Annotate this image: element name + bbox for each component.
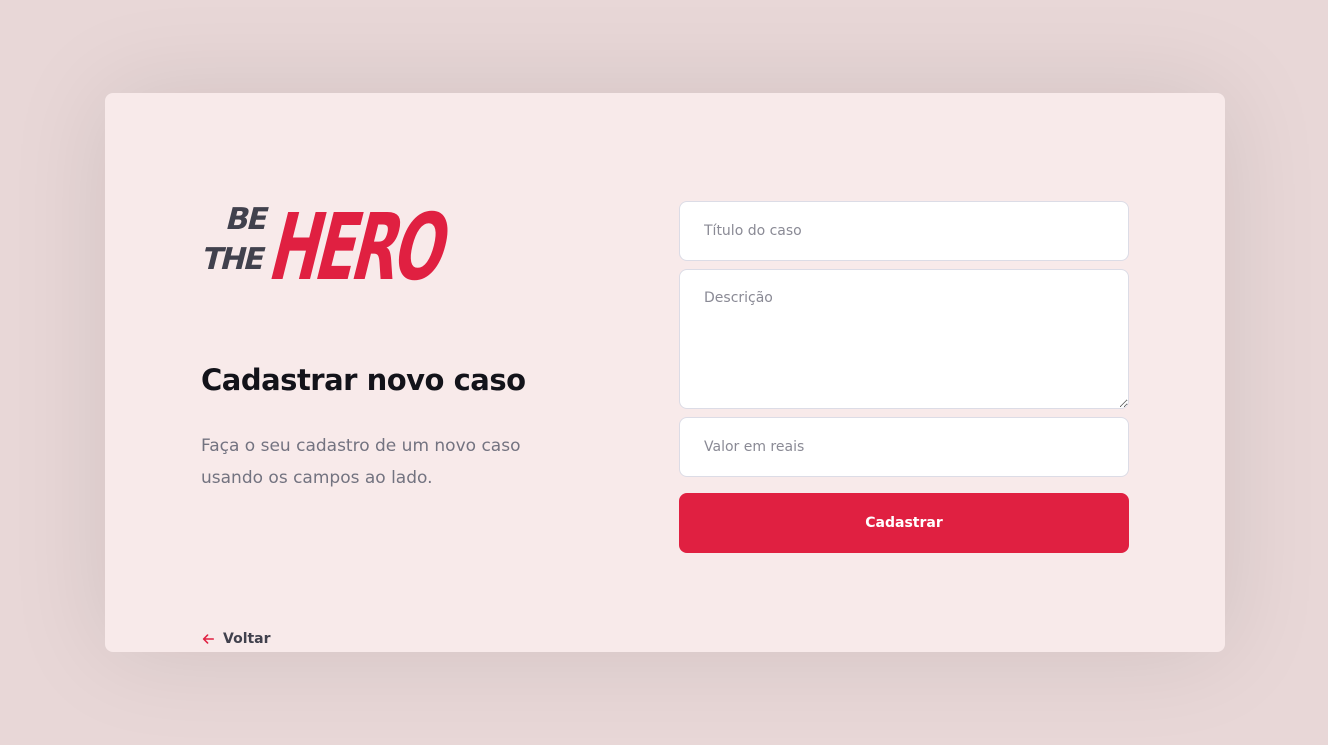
page-description: Faça o seu cadastro de um novo caso usan… — [201, 436, 521, 488]
arrow-left-icon — [202, 634, 215, 644]
be-the-hero-logo: BE THE HERO — [201, 194, 453, 297]
case-title-input[interactable] — [679, 201, 1129, 261]
new-case-form: Cadastrar — [679, 201, 1129, 553]
back-link-label: Voltar — [223, 631, 271, 647]
back-link[interactable]: Voltar — [201, 631, 271, 647]
logo-text-the: THE — [201, 242, 267, 276]
logo-text-hero: HERO — [260, 194, 453, 297]
intro-section: BE THE HERO Cadastrar novo caso Faça o s… — [201, 187, 601, 647]
register-button[interactable]: Cadastrar — [679, 493, 1129, 553]
page-title: Cadastrar novo caso — [201, 363, 526, 397]
case-value-input[interactable] — [679, 417, 1129, 477]
logo-text-be: BE — [223, 202, 271, 236]
case-description-textarea[interactable] — [679, 269, 1129, 409]
register-case-card: BE THE HERO Cadastrar novo caso Faça o s… — [105, 93, 1225, 652]
